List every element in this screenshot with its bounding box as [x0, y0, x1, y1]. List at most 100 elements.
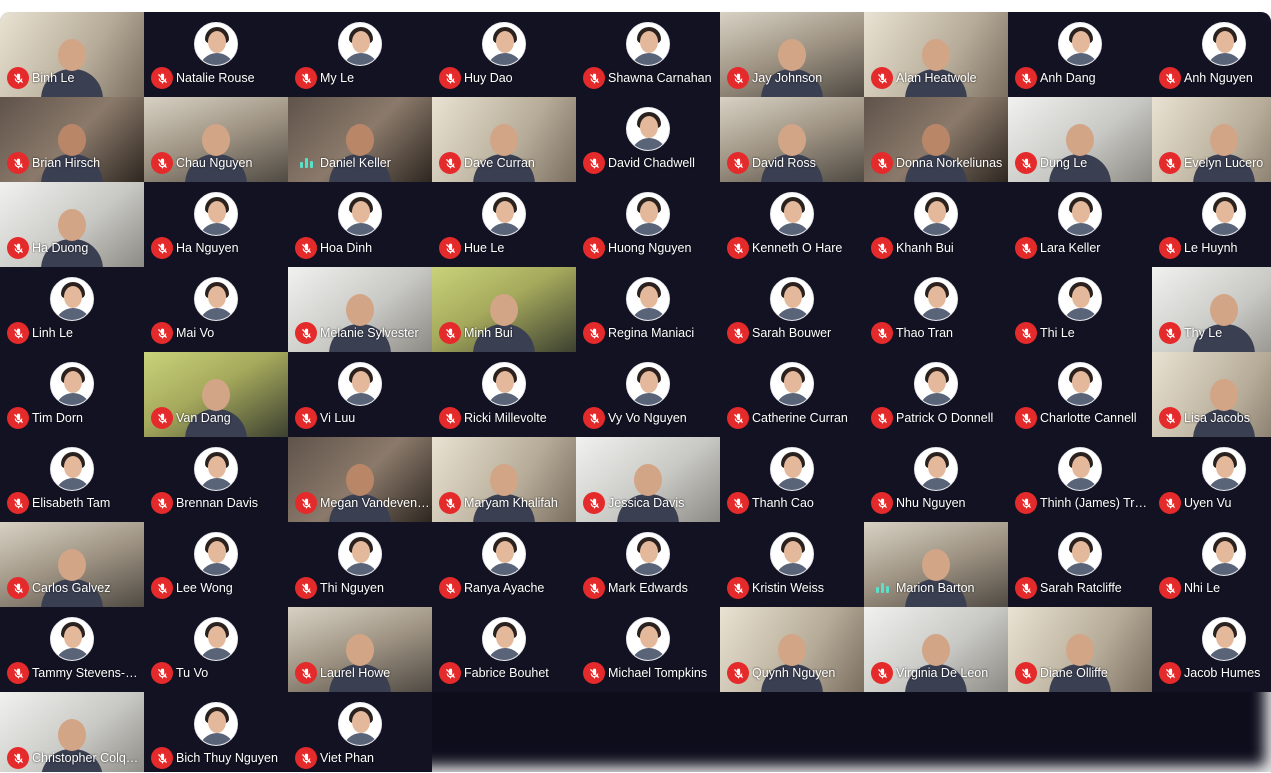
participant-tile[interactable]: Nhu Nguyen — [864, 437, 1008, 522]
mic-muted-icon — [439, 662, 461, 684]
participant-tile[interactable]: Donna Norkeliunas — [864, 97, 1008, 182]
participant-tile[interactable]: Chau Nguyen — [144, 97, 288, 182]
participant-tile[interactable]: Ricki Millevolte — [432, 352, 576, 437]
participant-tile[interactable]: Le Huynh — [1152, 182, 1271, 267]
participant-tile[interactable]: Patrick O Donnell — [864, 352, 1008, 437]
participant-tile[interactable]: Ha Duong — [0, 182, 144, 267]
participant-name: Chau Nguyen — [176, 156, 253, 170]
profile-avatar — [626, 277, 670, 321]
participant-tile[interactable]: Michael Tompkins — [576, 607, 720, 692]
participant-tile[interactable]: Uyen Vu — [1152, 437, 1271, 522]
participant-tile[interactable]: Brian Hirsch — [0, 97, 144, 182]
participant-tile[interactable]: Elisabeth Tam — [0, 437, 144, 522]
participant-name: Lee Wong — [176, 581, 233, 595]
participant-tile[interactable]: Charlotte Cannell — [1008, 352, 1152, 437]
participant-tile[interactable]: Daniel Keller — [288, 97, 432, 182]
participant-tile[interactable]: Kenneth O Hare — [720, 182, 864, 267]
participant-tile[interactable]: Dung Le — [1008, 97, 1152, 182]
participant-tile[interactable]: Jessica Davis — [576, 437, 720, 522]
participant-tile[interactable]: Thinh (James) Truong — [1008, 437, 1152, 522]
participant-tile[interactable]: Linh Le — [0, 267, 144, 352]
participant-tile[interactable]: Kristin Weiss — [720, 522, 864, 607]
participant-tile[interactable]: Huong Nguyen — [576, 182, 720, 267]
participant-tile[interactable]: Jacob Humes — [1152, 607, 1271, 692]
participant-tile[interactable]: Fabrice Bouhet — [432, 607, 576, 692]
mic-muted-icon — [1159, 577, 1181, 599]
participant-tile[interactable]: Anh Nguyen — [1152, 12, 1271, 97]
participant-tile[interactable]: Laurel Howe — [288, 607, 432, 692]
participant-tile[interactable]: Melanie Sylvester — [288, 267, 432, 352]
mic-muted-icon — [583, 492, 605, 514]
participant-tile[interactable]: Viet Phan — [288, 692, 432, 772]
profile-avatar — [1202, 447, 1246, 491]
participant-tile[interactable]: Brennan Davis — [144, 437, 288, 522]
participant-tile[interactable]: Tammy Stevens-Pearson — [0, 607, 144, 692]
participant-tile[interactable]: Ranya Ayache — [432, 522, 576, 607]
participant-tile[interactable]: Jay Johnson — [720, 12, 864, 97]
participant-tile[interactable]: Evelyn Lucero — [1152, 97, 1271, 182]
participant-tile[interactable]: Thy Le — [1152, 267, 1271, 352]
participant-tile[interactable]: Quynh Nguyen — [720, 607, 864, 692]
participant-tile[interactable]: Hue Le — [432, 182, 576, 267]
profile-avatar — [482, 22, 526, 66]
participant-tile[interactable]: Carlos Galvez — [0, 522, 144, 607]
participant-tile[interactable]: Alan Heatwole — [864, 12, 1008, 97]
participant-name: Mark Edwards — [608, 581, 688, 595]
participant-tile[interactable]: Vy Vo Nguyen — [576, 352, 720, 437]
profile-avatar — [194, 447, 238, 491]
participant-tile[interactable]: Lisa Jacobs — [1152, 352, 1271, 437]
participant-tile[interactable]: Thi Nguyen — [288, 522, 432, 607]
participant-tile[interactable]: My Le — [288, 12, 432, 97]
participant-tile[interactable]: Tim Dorn — [0, 352, 144, 437]
mic-muted-icon — [295, 577, 317, 599]
participant-tile[interactable]: Lee Wong — [144, 522, 288, 607]
participant-tile[interactable]: Sarah Bouwer — [720, 267, 864, 352]
participant-tile[interactable]: Dave Curran — [432, 97, 576, 182]
participant-name: Lisa Jacobs — [1184, 411, 1251, 425]
participant-tile[interactable]: Mai Vo — [144, 267, 288, 352]
participant-tile[interactable]: Christopher Colquhoun — [0, 692, 144, 772]
mic-muted-icon — [1159, 322, 1181, 344]
participant-tile[interactable]: David Ross — [720, 97, 864, 182]
participant-tile[interactable]: Khanh Bui — [864, 182, 1008, 267]
participant-tile[interactable]: Lara Keller — [1008, 182, 1152, 267]
camera-video-feed — [185, 379, 247, 437]
participant-tile[interactable]: Hoa Dinh — [288, 182, 432, 267]
participant-tile[interactable]: Regina Maniaci — [576, 267, 720, 352]
participant-name: Patrick O Donnell — [896, 411, 994, 425]
participant-tile[interactable]: Thao Tran — [864, 267, 1008, 352]
participant-tile[interactable]: Shawna Carnahan — [576, 12, 720, 97]
participant-tile[interactable]: Bich Thuy Nguyen — [144, 692, 288, 772]
mic-muted-icon — [295, 407, 317, 429]
participant-tile[interactable]: Vi Luu — [288, 352, 432, 437]
participant-tile[interactable]: Maryam Khalifah — [432, 437, 576, 522]
participant-tile[interactable]: Mark Edwards — [576, 522, 720, 607]
mic-muted-icon — [583, 662, 605, 684]
participant-tile[interactable]: Catherine Curran — [720, 352, 864, 437]
participant-tile[interactable]: Van Dang — [144, 352, 288, 437]
participant-tile[interactable]: Megan Vandeventer — [288, 437, 432, 522]
profile-avatar — [626, 22, 670, 66]
participant-tile[interactable]: Huy Dao — [432, 12, 576, 97]
profile-avatar — [626, 617, 670, 661]
participant-tile[interactable]: Natalie Rouse — [144, 12, 288, 97]
participant-tile[interactable]: Anh Dang — [1008, 12, 1152, 97]
participant-tile[interactable]: Minh Bui — [432, 267, 576, 352]
mic-muted-icon — [871, 67, 893, 89]
mic-muted-icon — [1015, 662, 1037, 684]
participant-tile[interactable]: Thanh Cao — [720, 437, 864, 522]
participant-tile[interactable]: Tu Vo — [144, 607, 288, 692]
participant-tile[interactable]: Marion Barton — [864, 522, 1008, 607]
participant-tile[interactable]: Ha Nguyen — [144, 182, 288, 267]
participant-tile[interactable]: Diane Olliffe — [1008, 607, 1152, 692]
participant-name: Sarah Bouwer — [752, 326, 832, 340]
participant-tile[interactable]: Nhi Le — [1152, 522, 1271, 607]
participant-tile[interactable]: Virginia De Leon — [864, 607, 1008, 692]
participant-tile[interactable]: David Chadwell — [576, 97, 720, 182]
participant-tile[interactable]: Thi Le — [1008, 267, 1152, 352]
participant-gallery: Binh Le Natalie Rouse My Le Huy Dao Shawna C… — [0, 12, 1271, 772]
participant-tile[interactable]: Binh Le — [0, 12, 144, 97]
camera-video-feed — [1193, 379, 1255, 437]
profile-avatar — [1058, 447, 1102, 491]
participant-tile[interactable]: Sarah Ratcliffe — [1008, 522, 1152, 607]
